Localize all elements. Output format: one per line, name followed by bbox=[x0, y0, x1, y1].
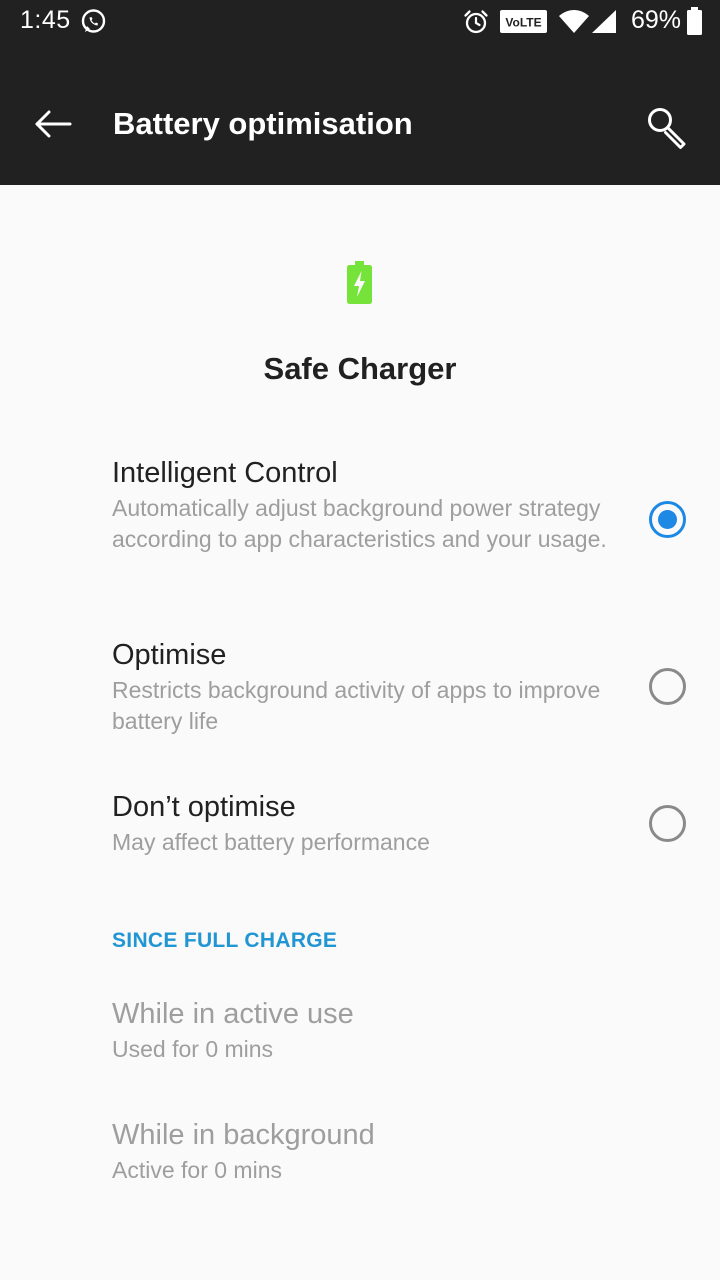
option-optimise[interactable]: Optimise Restricts background activity o… bbox=[0, 639, 720, 739]
option-description: May affect battery performance bbox=[112, 829, 430, 855]
option-intelligent-control[interactable]: Intelligent Control Automatically adjust… bbox=[0, 457, 720, 597]
whatsapp-icon bbox=[81, 9, 106, 33]
option-title: Optimise bbox=[112, 639, 227, 671]
radio-dont-optimise[interactable] bbox=[649, 805, 686, 842]
signal-icon bbox=[592, 10, 616, 33]
option-description: Restricts background activity of apps to… bbox=[112, 677, 601, 734]
page-title: Battery optimisation bbox=[113, 106, 413, 141]
option-title: Intelligent Control bbox=[112, 457, 338, 489]
battery-percentage: 69% bbox=[631, 6, 682, 34]
search-icon[interactable] bbox=[640, 100, 692, 152]
usage-title: While in background bbox=[112, 1119, 375, 1151]
status-bar: 1:45 VoLTE 69% bbox=[0, 0, 720, 44]
app-bar: Battery optimisation bbox=[0, 44, 720, 185]
option-description: Automatically adjust background power st… bbox=[112, 495, 607, 552]
content: Safe Charger Intelligent Control Automat… bbox=[0, 185, 720, 1280]
wifi-icon bbox=[559, 10, 589, 33]
radio-intelligent-control[interactable] bbox=[649, 501, 686, 538]
usage-value: Used for 0 mins bbox=[112, 1036, 274, 1062]
charging-battery-icon bbox=[347, 261, 372, 304]
usage-row-background: While in background Active for 0 mins bbox=[0, 1119, 720, 1199]
volte-icon: VoLTE bbox=[500, 10, 547, 33]
option-title: Don’t optimise bbox=[112, 791, 296, 823]
safe-charger-title: Safe Charger bbox=[263, 351, 457, 386]
back-arrow-icon[interactable] bbox=[28, 100, 78, 150]
alarm-icon bbox=[464, 10, 488, 34]
section-header-since-full-charge: SINCE FULL CHARGE bbox=[112, 929, 338, 952]
option-dont-optimise[interactable]: Don’t optimise May affect battery perfor… bbox=[0, 791, 720, 861]
radio-optimise[interactable] bbox=[649, 668, 686, 705]
volte-label: VoLTE bbox=[505, 16, 541, 30]
status-time: 1:45 bbox=[20, 6, 71, 34]
battery-icon bbox=[687, 7, 702, 35]
usage-row-active: While in active use Used for 0 mins bbox=[0, 998, 720, 1078]
usage-value: Active for 0 mins bbox=[112, 1157, 282, 1183]
usage-title: While in active use bbox=[112, 998, 354, 1030]
